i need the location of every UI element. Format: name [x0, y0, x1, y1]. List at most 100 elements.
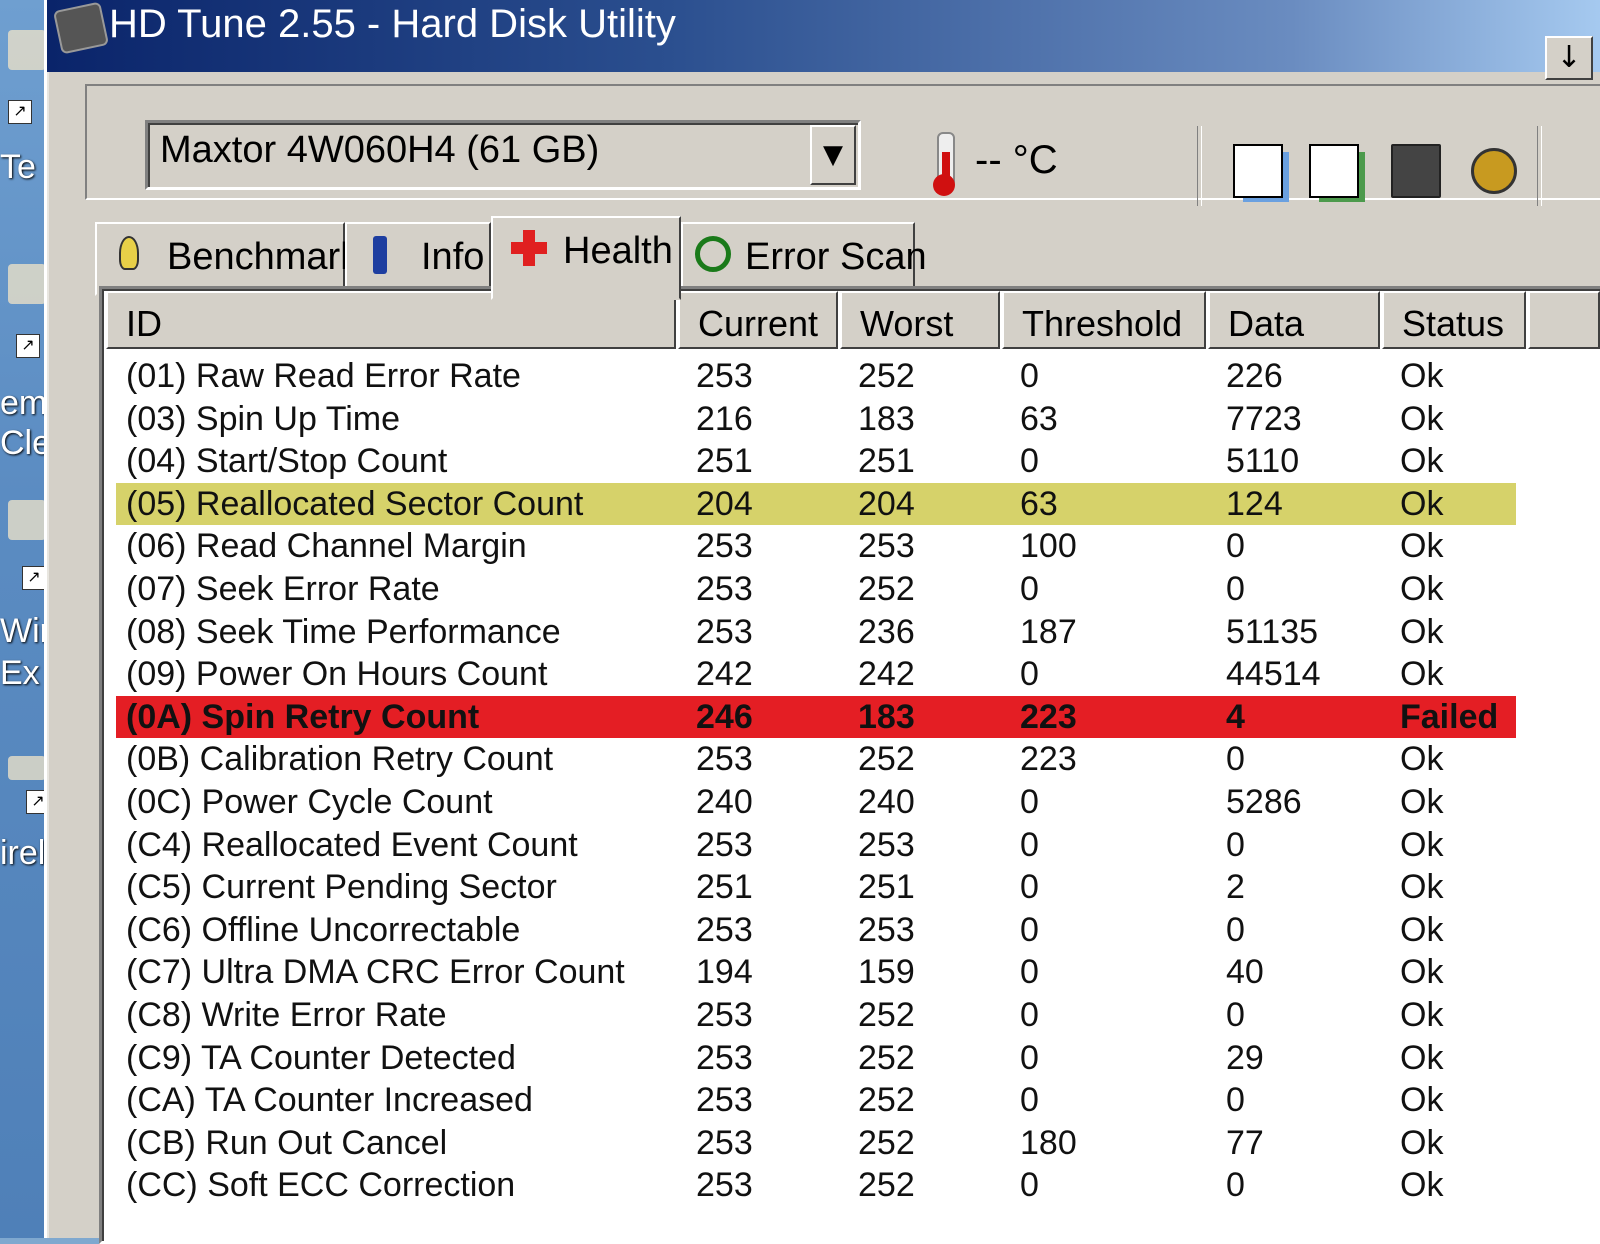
cell-current: 253 — [696, 1038, 753, 1077]
chevron-down-icon[interactable]: ▼ — [810, 125, 856, 185]
hdtune-window: HD Tune 2.55 - Hard Disk Utility ↓ Maxto… — [44, 0, 1600, 1244]
table-row[interactable]: (CB) Run Out Cancel 253 252 180 77 Ok — [116, 1122, 1516, 1164]
cell-status: Ok — [1400, 442, 1444, 481]
desktop-shortcut-icon[interactable] — [8, 264, 46, 304]
table-row[interactable]: (05) Reallocated Sector Count 204 204 63 124… — [116, 482, 1516, 525]
tab-label: Info — [421, 236, 485, 278]
cell-status: Ok — [1400, 527, 1444, 566]
cell-worst: 252 — [858, 1166, 915, 1205]
tab-error-scan[interactable]: Error Scan — [681, 222, 927, 296]
app-icon[interactable] — [52, 1, 110, 55]
column-header-threshold[interactable]: Threshold — [1002, 291, 1206, 349]
copy-text-icon[interactable] — [1233, 144, 1283, 198]
table-row[interactable]: (06) Read Channel Margin 253 253 100 0 Ok — [116, 525, 1516, 567]
cell-worst: 252 — [858, 570, 915, 608]
table-row[interactable]: (01) Raw Read Error Rate 253 252 0 226 Ok — [116, 355, 1516, 397]
drive-select[interactable]: Maxtor 4W060H4 (61 GB) ▼ — [145, 120, 861, 190]
column-header-worst[interactable]: Worst — [840, 291, 1000, 349]
cell-worst: 159 — [858, 953, 915, 992]
disk-icon[interactable] — [1391, 144, 1441, 198]
table-row[interactable]: (CA) TA Counter Increased 253 252 0 0 Ok — [116, 1079, 1516, 1121]
table-row[interactable]: (C4) Reallocated Event Count 253 253 0 0 Ok — [116, 824, 1516, 866]
cell-threshold: 223 — [1020, 740, 1077, 779]
cell-id: (CA) TA Counter Increased — [126, 1081, 533, 1120]
tab-label: Error Scan — [745, 236, 927, 278]
table-row[interactable]: (0A) Spin Retry Count 246 183 223 4 Failed — [116, 695, 1516, 738]
cell-status: Ok — [1400, 1081, 1444, 1120]
cell-worst: 242 — [858, 655, 915, 694]
table-row[interactable]: (CC) Soft ECC Correction 253 252 0 0 Ok — [116, 1164, 1516, 1206]
cell-status: Ok — [1400, 910, 1444, 949]
table-row[interactable]: (0C) Power Cycle Count 240 240 0 5286 Ok — [116, 781, 1516, 823]
options-icon[interactable] — [1471, 148, 1517, 194]
cell-current: 204 — [696, 484, 753, 523]
column-header-current[interactable]: Current — [678, 291, 838, 349]
cell-id: (C7) Ultra DMA CRC Error Count — [126, 953, 625, 992]
table-row[interactable]: (04) Start/Stop Count 251 251 0 5110 Ok — [116, 440, 1516, 482]
table-row[interactable]: (C5) Current Pending Sector 251 251 0 2 Ok — [116, 866, 1516, 908]
cell-id: (C6) Offline Uncorrectable — [126, 910, 521, 949]
cell-worst: 183 — [858, 399, 915, 438]
tab-health[interactable]: Health — [491, 216, 681, 300]
cell-data: 51135 — [1226, 612, 1319, 651]
cell-worst: 253 — [858, 825, 915, 864]
cell-data: 226 — [1226, 357, 1283, 395]
cell-current: 194 — [696, 953, 753, 992]
desktop-shortcut-icon[interactable] — [8, 30, 46, 70]
column-header-status[interactable]: Status — [1382, 291, 1526, 349]
cell-data: 0 — [1226, 996, 1245, 1034]
cell-worst: 183 — [858, 697, 915, 736]
table-row[interactable]: (03) Spin Up Time 216 183 63 7723 Ok — [116, 398, 1516, 440]
cell-data: 5110 — [1226, 442, 1300, 481]
cell-threshold: 0 — [1020, 357, 1039, 395]
info-icon — [373, 236, 387, 274]
cell-current: 253 — [696, 1123, 753, 1162]
table-row[interactable]: (C7) Ultra DMA CRC Error Count 194 159 0 40 O… — [116, 951, 1516, 993]
cell-current: 253 — [696, 527, 753, 566]
column-header-data[interactable]: Data — [1208, 291, 1380, 349]
table-row[interactable]: (C8) Write Error Rate 253 252 0 0 Ok — [116, 994, 1516, 1036]
cell-id: (04) Start/Stop Count — [126, 442, 448, 481]
tab-info[interactable]: Info — [345, 222, 491, 296]
table-row[interactable]: (C9) TA Counter Detected 253 252 0 29 Ok — [116, 1037, 1516, 1079]
title-bar[interactable]: HD Tune 2.55 - Hard Disk Utility ↓ — [47, 0, 1600, 80]
cell-data: 44514 — [1226, 655, 1321, 694]
cell-threshold: 0 — [1020, 910, 1039, 949]
desktop-icon-label[interactable]: Ex — [0, 654, 40, 693]
cell-data: 124 — [1226, 484, 1283, 523]
cell-threshold: 100 — [1020, 527, 1077, 566]
cell-id: (0C) Power Cycle Count — [126, 783, 493, 821]
shortcut-arrow-icon: ↗ — [16, 334, 40, 358]
cell-data: 4 — [1226, 697, 1245, 736]
cell-threshold: 63 — [1020, 484, 1058, 523]
table-row[interactable]: (09) Power On Hours Count 242 242 0 44514 Ok — [116, 653, 1516, 695]
cell-id: (C4) Reallocated Event Count — [126, 825, 578, 864]
cell-worst: 252 — [858, 357, 915, 395]
desktop-shortcut-icon[interactable] — [8, 756, 46, 780]
cell-data: 0 — [1226, 570, 1245, 608]
copy-screenshot-icon[interactable] — [1309, 144, 1359, 198]
cell-data: 7723 — [1226, 399, 1302, 438]
toolbar-separator — [1197, 126, 1202, 206]
cell-worst: 253 — [858, 910, 915, 949]
table-row[interactable]: (0B) Calibration Retry Count 253 252 223 0 Ok — [116, 738, 1516, 780]
column-header-filler — [1528, 291, 1600, 349]
tab-benchmark[interactable]: Benchmark — [95, 222, 359, 296]
table-row[interactable]: (07) Seek Error Rate 253 252 0 0 Ok — [116, 568, 1516, 610]
cell-id: (CB) Run Out Cancel — [126, 1123, 448, 1162]
cell-current: 253 — [696, 1081, 753, 1120]
cell-threshold: 0 — [1020, 953, 1039, 992]
desktop-icon-label[interactable]: Te — [0, 148, 36, 187]
cell-id: (C9) TA Counter Detected — [126, 1038, 516, 1077]
bulb-icon — [119, 236, 139, 270]
table-row[interactable]: (08) Seek Time Performance 253 236 187 51135… — [116, 611, 1516, 653]
cell-status: Ok — [1400, 868, 1444, 907]
cell-threshold: 187 — [1020, 612, 1077, 651]
desktop-shortcut-icon[interactable] — [8, 500, 46, 540]
cell-current: 253 — [696, 570, 753, 608]
minimize-button[interactable]: ↓ — [1545, 36, 1593, 80]
thermometer-icon — [933, 132, 955, 196]
cell-data: 40 — [1226, 953, 1264, 992]
table-row[interactable]: (C6) Offline Uncorrectable 253 253 0 0 Ok — [116, 909, 1516, 951]
cell-threshold: 0 — [1020, 1166, 1039, 1205]
